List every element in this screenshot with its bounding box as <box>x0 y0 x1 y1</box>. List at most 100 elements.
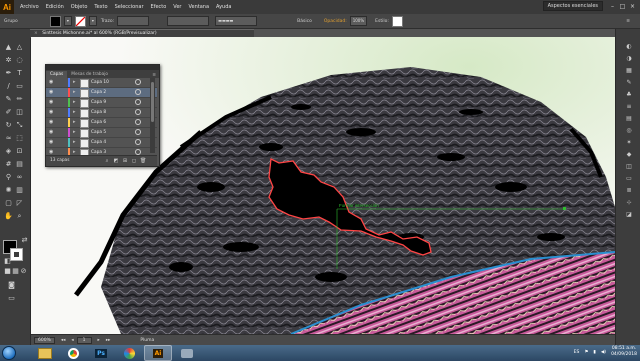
stroke-weight-field[interactable] <box>117 16 150 26</box>
layer-target-icon[interactable] <box>135 119 141 125</box>
stroke-swatch[interactable] <box>74 15 86 27</box>
fill-dropdown[interactable]: ▾ <box>63 16 72 26</box>
taskbar-photoshop[interactable]: Ps <box>88 346 114 360</box>
brushes-icon[interactable]: ✎ <box>625 79 633 87</box>
lasso-icon[interactable]: ◌ <box>15 56 24 65</box>
menu-ver[interactable]: Ver <box>173 4 181 10</box>
pen-icon[interactable]: ✒ <box>4 69 13 78</box>
eraser-icon[interactable]: ◫ <box>15 108 24 117</box>
expand-arrow-icon[interactable]: ▸ <box>73 99 76 105</box>
layer-target-icon[interactable] <box>135 79 141 85</box>
layer-name[interactable]: Capa 5 <box>91 129 106 136</box>
prev-artboard-icon[interactable]: ◂ <box>71 338 73 343</box>
graph-icon[interactable]: ▥ <box>15 186 24 195</box>
selection-icon[interactable]: ▲ <box>4 43 13 52</box>
new-sublayer-icon[interactable]: ⊞ <box>122 158 128 164</box>
taskbar-explorer[interactable] <box>32 346 58 360</box>
transparency-icon[interactable]: ◎ <box>625 127 633 135</box>
rotate-icon[interactable]: ↻ <box>4 121 13 130</box>
slice-icon[interactable]: ◸ <box>15 199 24 208</box>
blend-icon[interactable]: ∞ <box>15 173 24 182</box>
visibility-eye-icon[interactable]: ◉ <box>49 99 53 105</box>
fill-swatch[interactable] <box>49 15 61 27</box>
hand-icon[interactable]: ✋ <box>4 212 13 221</box>
artboard-number[interactable]: 1 <box>76 337 92 344</box>
width-icon[interactable]: ≈ <box>4 134 13 143</box>
scale-icon[interactable]: ⤡ <box>15 121 24 130</box>
layer-target-icon[interactable] <box>135 139 141 145</box>
layer-row[interactable]: ◉ ▸ Capa 6 <box>46 118 157 128</box>
layer-target-icon[interactable] <box>135 109 141 115</box>
mesh-icon[interactable]: # <box>4 160 13 169</box>
graphic-styles-icon[interactable]: ◆ <box>625 151 633 159</box>
volume-icon[interactable]: ◀) <box>601 350 606 355</box>
menu-seleccionar[interactable]: Seleccionar <box>115 4 144 10</box>
menu-texto[interactable]: Texto <box>94 4 107 10</box>
stroke-icon[interactable]: ≡ <box>625 103 633 111</box>
visibility-eye-icon[interactable]: ◉ <box>49 119 53 125</box>
direct-selection-icon[interactable]: △ <box>15 43 24 52</box>
layer-row[interactable]: ◉ ▸ Capa 4 <box>46 138 157 148</box>
tray-flag-icon[interactable]: ⚑ <box>584 350 588 355</box>
minimize-icon[interactable]: – <box>609 3 616 10</box>
pathfinder-icon[interactable]: ◪ <box>625 211 633 219</box>
start-button[interactable] <box>0 345 18 361</box>
brush-definition[interactable]: ▬▬▬▬ <box>215 16 258 26</box>
layer-name[interactable]: Capa 9 <box>91 99 106 106</box>
menu-objeto[interactable]: Objeto <box>71 4 88 10</box>
layer-row[interactable]: ◉ ▸ Capa 5 <box>46 128 157 138</box>
layer-name[interactable]: Capa 10 <box>91 79 109 86</box>
draw-mode-icon[interactable]: ◙ <box>7 281 16 290</box>
expand-arrow-icon[interactable]: ▸ <box>73 119 76 125</box>
first-artboard-icon[interactable]: ◂◂ <box>61 338 66 343</box>
layer-name[interactable]: Capa 2 <box>91 89 106 96</box>
menu-ayuda[interactable]: Ayuda <box>216 4 231 10</box>
swatches-icon[interactable]: ▦ <box>625 67 633 75</box>
pencil-icon[interactable]: ✏ <box>15 95 24 104</box>
expand-arrow-icon[interactable]: ▸ <box>73 129 76 135</box>
menu-edicion[interactable]: Edición <box>46 4 64 10</box>
default-colors-icon[interactable]: ◧ <box>3 257 12 266</box>
clock[interactable]: 08:51 a.m. 04/09/2018 <box>611 346 637 358</box>
layer-row[interactable]: ◉ ▸ Capa 2 <box>46 88 157 98</box>
layer-name[interactable]: Capa 8 <box>91 109 106 116</box>
rectangle-icon[interactable]: ▭ <box>15 82 24 91</box>
visibility-eye-icon[interactable]: ◉ <box>49 79 53 85</box>
locate-object-icon[interactable]: ⌕ <box>104 158 110 164</box>
layer-row[interactable]: ◉ ▸ Capa 9 <box>46 98 157 108</box>
color-icon[interactable]: ◐ <box>625 43 633 51</box>
tab-capas[interactable]: Capas <box>46 71 68 78</box>
tab-mesas-de-trabajo[interactable]: Mesas de trabajo <box>67 71 112 78</box>
zoom-icon[interactable]: ⌕ <box>15 212 24 221</box>
stroke-dropdown[interactable]: ▾ <box>88 16 97 26</box>
none-mode-icon[interactable]: ⊘ <box>19 267 28 276</box>
transform-icon[interactable]: ⊹ <box>625 199 633 207</box>
menu-archivo[interactable]: Archivo <box>20 4 39 10</box>
taskbar-chrome[interactable] <box>60 346 86 360</box>
workspace-switcher[interactable]: Aspectos esenciales <box>542 1 603 11</box>
layer-row[interactable]: ◉ ▸ Capa 10 <box>46 78 157 88</box>
appearance-icon[interactable]: ✶ <box>625 139 633 147</box>
blob-brush-icon[interactable]: ✐ <box>4 108 13 117</box>
scroll-thumb[interactable] <box>151 82 154 122</box>
layer-target-icon[interactable] <box>135 129 141 135</box>
close-icon[interactable]: × <box>629 3 636 10</box>
language-indicator[interactable]: ES <box>574 350 580 355</box>
swap-colors-icon[interactable]: ⇄ <box>20 236 29 245</box>
menu-efecto[interactable]: Efecto <box>151 4 167 10</box>
taskbar-paint[interactable] <box>116 346 142 360</box>
layer-name[interactable]: Capa 6 <box>91 119 106 126</box>
taskbar-illustrator[interactable]: Ai <box>144 345 172 361</box>
shape-builder-icon[interactable]: ◈ <box>4 147 13 156</box>
control-bar-menu-icon[interactable]: ≡ <box>626 19 630 24</box>
make-clipping-mask-icon[interactable]: ◩ <box>113 158 119 164</box>
layers-scrollbar[interactable] <box>150 78 155 153</box>
layers-panel-icon[interactable]: ◫ <box>625 163 633 171</box>
type-icon[interactable]: T <box>15 69 24 78</box>
layer-name[interactable]: Capa 4 <box>91 139 106 146</box>
color-guide-icon[interactable]: ◑ <box>625 55 633 63</box>
taskbar-photos[interactable] <box>174 346 200 360</box>
menu-ventana[interactable]: Ventana <box>188 4 209 10</box>
network-icon[interactable]: ▮ <box>593 350 595 355</box>
next-artboard-icon[interactable]: ▸ <box>98 338 100 343</box>
